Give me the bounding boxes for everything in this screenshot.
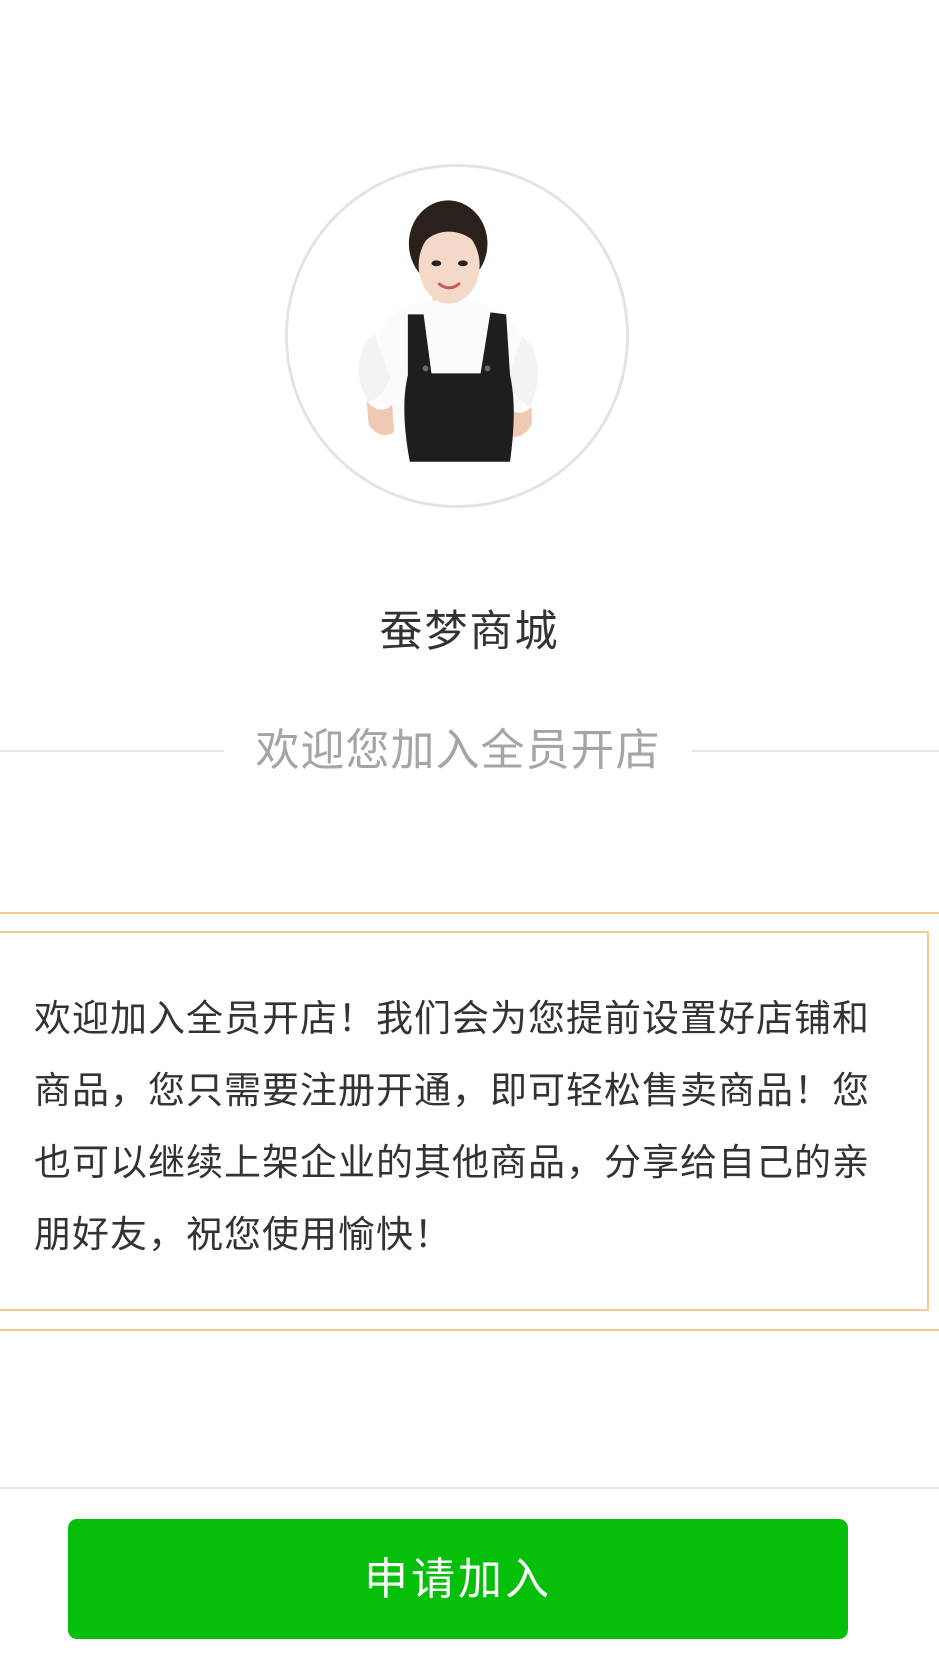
shop-name: 蚕梦商城: [379, 607, 560, 657]
avatar: [285, 164, 629, 508]
apply-join-button[interactable]: 申请加入: [68, 1519, 848, 1639]
divider-line-left: [0, 750, 224, 752]
intro-box: 欢迎加入全员开店！我们会为您提前设置好店铺和商品，您只需要注册开通，即可轻松售卖…: [0, 931, 929, 1311]
divider-line-right: [692, 750, 939, 752]
welcome-divider: 欢迎您加入全员开店: [0, 718, 939, 784]
welcome-title: 欢迎您加入全员开店: [255, 725, 661, 776]
avatar-image: [288, 167, 626, 505]
bottom-divider: [0, 1487, 939, 1489]
intro-top-rule: [0, 912, 939, 914]
intro-text: 欢迎加入全员开店！我们会为您提前设置好店铺和商品，您只需要注册开通，即可轻松售卖…: [34, 997, 870, 1256]
intro-bottom-rule: [0, 1329, 939, 1331]
